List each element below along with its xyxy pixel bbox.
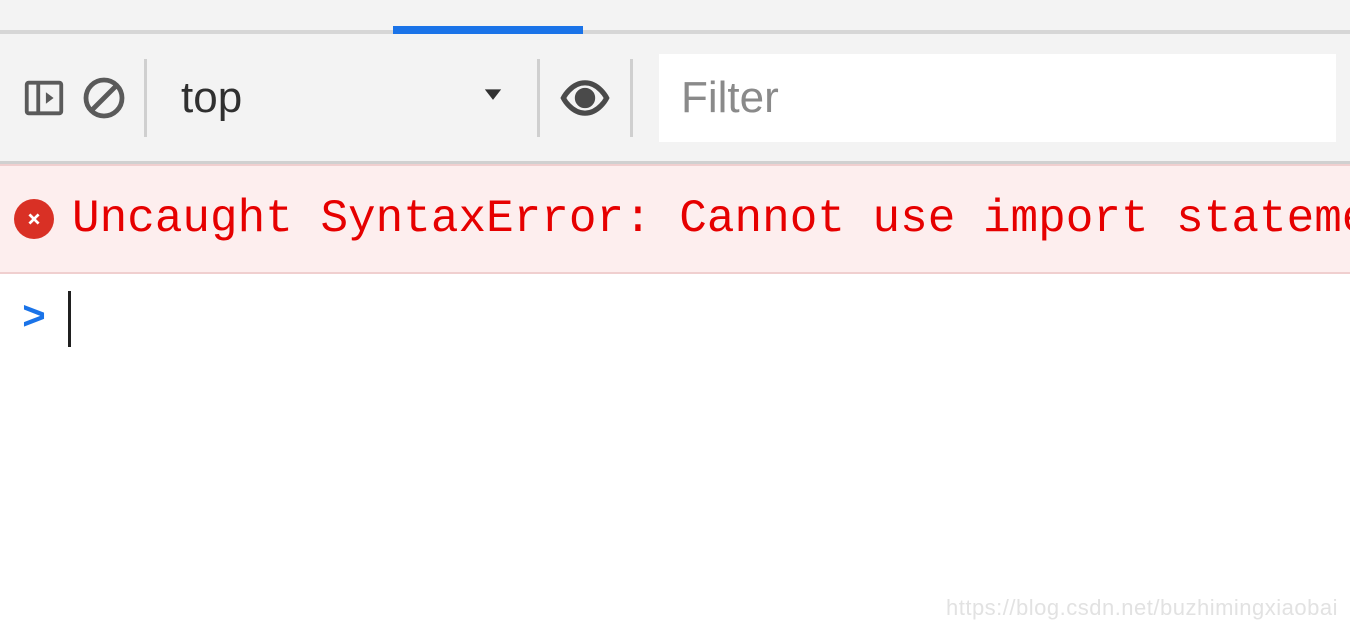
- toolbar-separator: [537, 59, 540, 137]
- console-toolbar: top: [0, 34, 1350, 164]
- devtools-tabstrip: [0, 0, 1350, 34]
- toolbar-separator: [630, 59, 633, 137]
- console-messages: Uncaught SyntaxError: Cannot use import …: [0, 164, 1350, 274]
- watermark-text: https://blog.csdn.net/buzhimingxiaobai: [946, 595, 1338, 621]
- execution-context-label: top: [181, 73, 242, 123]
- console-message-error[interactable]: Uncaught SyntaxError: Cannot use import …: [0, 164, 1350, 274]
- execution-context-select[interactable]: top: [157, 34, 527, 161]
- create-live-expression-button[interactable]: [550, 72, 620, 124]
- clear-console-icon: [80, 74, 128, 122]
- chevron-down-icon: [479, 80, 507, 116]
- clear-console-button[interactable]: [74, 68, 134, 128]
- filter-input[interactable]: [681, 73, 1314, 123]
- filter-field-wrap: [659, 54, 1336, 142]
- toggle-sidebar-button[interactable]: [14, 68, 74, 128]
- toggle-panel-icon: [21, 75, 67, 121]
- live-expression-icon: [559, 72, 611, 124]
- active-tab-indicator: [393, 26, 583, 34]
- prompt-caret-icon: >: [22, 297, 46, 342]
- error-icon: [14, 199, 54, 239]
- toolbar-separator: [144, 59, 147, 137]
- console-prompt[interactable]: >: [0, 274, 1350, 364]
- text-cursor: [68, 291, 71, 347]
- console-message-text: Uncaught SyntaxError: Cannot use import …: [72, 193, 1350, 245]
